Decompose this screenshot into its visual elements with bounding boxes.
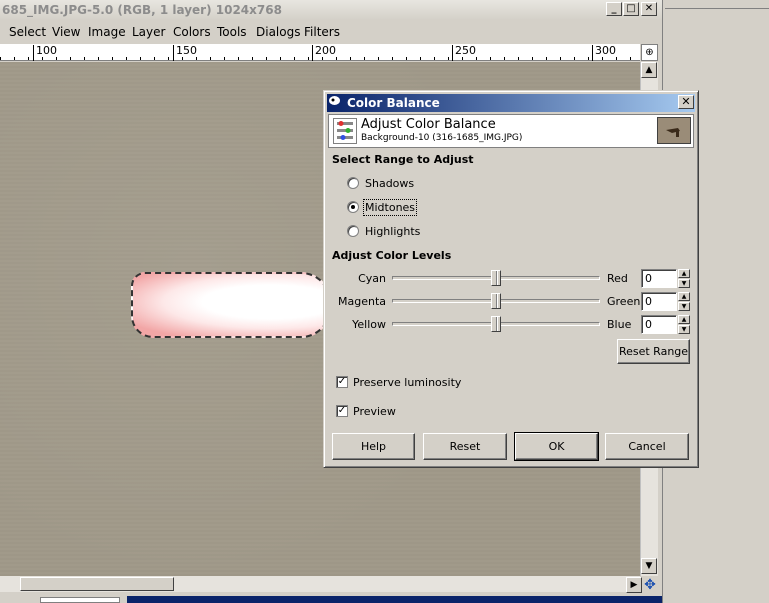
scroll-down-icon[interactable]: ▼ [641, 558, 657, 574]
radio-midtones-label[interactable]: Midtones [362, 199, 418, 216]
preview-checkbox[interactable]: ✓ [336, 405, 348, 417]
blue-label: Blue [607, 318, 632, 331]
radio-midtones[interactable] [347, 201, 359, 213]
spin-down-icon[interactable]: ▼ [678, 279, 690, 288]
menu-select[interactable]: Select [5, 24, 50, 40]
scroll-right-icon[interactable]: ▶ [626, 577, 642, 593]
preserve-luminosity-checkbox[interactable]: ✓ [336, 376, 348, 388]
header-subtitle: Background-10 (316-1685_IMG.JPG) [361, 133, 523, 143]
range-section-label: Select Range to Adjust [332, 153, 474, 166]
spin-down-icon[interactable]: ▼ [678, 302, 690, 311]
spin-down-icon[interactable]: ▼ [678, 325, 690, 334]
maximize-button[interactable]: □ [623, 2, 639, 16]
yellow-blue-value-input[interactable]: 0 [641, 315, 677, 334]
preserve-luminosity-label[interactable]: Preserve luminosity [353, 376, 461, 389]
radio-shadows[interactable] [347, 177, 359, 189]
minimize-button[interactable]: _ [606, 2, 622, 16]
dialog-title: Color Balance [327, 94, 695, 112]
magenta-label: Magenta [337, 295, 386, 308]
window-title: 685_IMG.JPG-5.0 (RGB, 1 layer) 1024x768 [0, 0, 662, 20]
spin-up-icon[interactable]: ▲ [678, 315, 690, 324]
menu-colors[interactable]: Colors [169, 24, 215, 40]
radio-highlights-label[interactable]: Highlights [365, 225, 420, 238]
color-balance-icon [333, 118, 357, 144]
ruler-label: 300 [592, 45, 616, 61]
header-title: Adjust Color Balance [361, 117, 496, 132]
ruler-label: 200 [312, 45, 336, 61]
ok-button[interactable]: OK [514, 432, 599, 461]
levels-section-label: Adjust Color Levels [332, 249, 452, 262]
menubar: Select View Image Layer Colors Tools Dia… [0, 22, 662, 42]
menu-tools[interactable]: Tools [213, 24, 251, 40]
navigate-icon[interactable]: ✥ [642, 577, 658, 593]
dialog-title-text: Color Balance [347, 96, 440, 110]
ruler-label: 100 [33, 45, 57, 61]
cyan-red-slider-handle[interactable] [491, 270, 501, 286]
menu-dialogs[interactable]: Dialogs [252, 24, 304, 40]
menu-view[interactable]: View [48, 24, 84, 40]
menu-filters[interactable]: Filters [300, 24, 344, 40]
dialog-close-button[interactable]: ✕ [678, 95, 694, 109]
divider [665, 8, 769, 9]
yellow-label: Yellow [352, 318, 386, 331]
spin-up-icon[interactable]: ▲ [678, 269, 690, 278]
ruler-label: 150 [173, 45, 197, 61]
cyan-label: Cyan [358, 272, 386, 285]
help-button[interactable]: Help [332, 433, 415, 460]
unit-selector[interactable] [40, 597, 120, 603]
cancel-button[interactable]: Cancel [605, 433, 689, 460]
gimp-icon [329, 96, 340, 105]
cyan-red-value-input[interactable]: 0 [641, 269, 677, 288]
menu-image[interactable]: Image [84, 24, 130, 40]
preview-label[interactable]: Preview [353, 405, 396, 418]
scroll-up-icon[interactable]: ▲ [641, 62, 657, 78]
selection-area [131, 272, 331, 338]
menu-layer[interactable]: Layer [128, 24, 169, 40]
reset-button[interactable]: Reset [423, 433, 507, 460]
dialog-header: Adjust Color Balance Background-10 (316-… [328, 114, 694, 148]
green-label: Green [607, 295, 641, 308]
radio-shadows-label[interactable]: Shadows [365, 177, 414, 190]
color-balance-dialog: Color Balance ✕ Adjust Color Balance Bac… [323, 90, 699, 468]
close-button[interactable]: ✕ [641, 2, 657, 16]
zoom-icon[interactable]: ⊕ [641, 44, 658, 61]
spin-up-icon[interactable]: ▲ [678, 292, 690, 301]
magenta-green-value-input[interactable]: 0 [641, 292, 677, 311]
layer-thumbnail [657, 117, 691, 144]
horizontal-ruler: 100 150 200 250 300 [0, 44, 640, 61]
ruler-label: 250 [452, 45, 476, 61]
red-label: Red [607, 272, 628, 285]
reset-range-button[interactable]: Reset Range [617, 339, 690, 364]
progress-area [127, 596, 662, 603]
radio-highlights[interactable] [347, 225, 359, 237]
yellow-blue-slider-handle[interactable] [491, 316, 501, 332]
horizontal-scroll-thumb[interactable] [20, 577, 174, 591]
magenta-green-slider-handle[interactable] [491, 293, 501, 309]
